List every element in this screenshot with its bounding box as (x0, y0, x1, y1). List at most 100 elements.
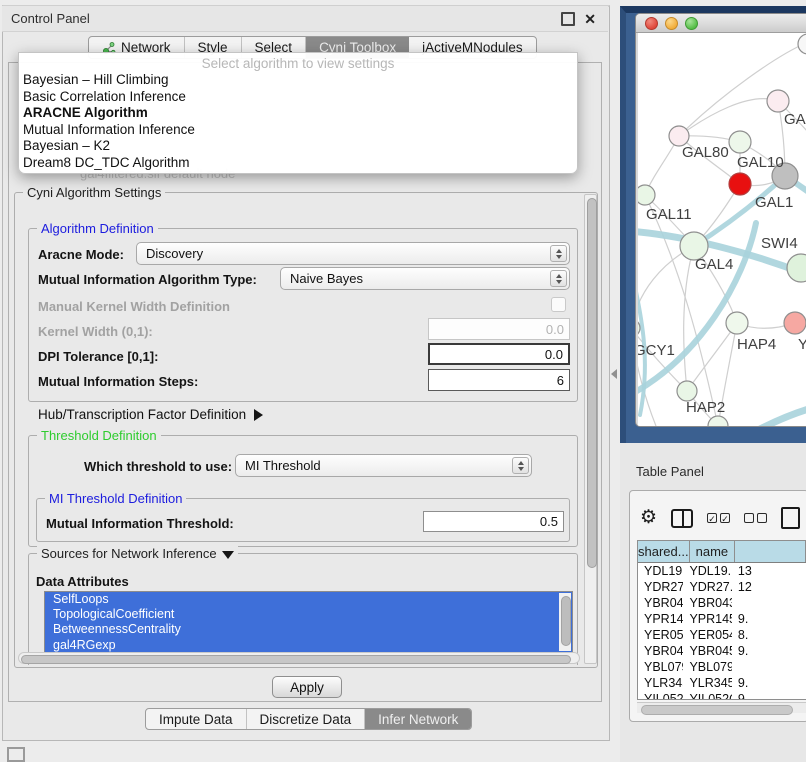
network-canvas[interactable]: GALGAL80GAL10GAL1GAL11SWI4GAL4HAP4YGCY1H… (638, 33, 806, 426)
table-row[interactable]: YLR345WYLR345W9. (638, 675, 806, 691)
column-header[interactable] (735, 541, 806, 562)
close-icon[interactable]: ✕ (584, 14, 596, 24)
algorithm-option[interactable]: Bayesian – Hill Climbing (19, 72, 577, 89)
table-row[interactable]: YBR045CYBR045C9. (638, 643, 806, 659)
minimize-window-icon[interactable] (665, 17, 678, 30)
tab-impute-data[interactable]: Impute Data (146, 709, 247, 729)
network-window-titlebar[interactable] (636, 14, 806, 33)
dpi-tolerance-label: DPI Tolerance [0,1]: (38, 349, 158, 364)
dpi-tolerance-field[interactable]: 0.0 (428, 343, 570, 365)
export-table-icon[interactable] (781, 507, 800, 529)
node-label: HAP4 (737, 336, 776, 353)
network-node[interactable] (708, 416, 728, 426)
table-cell: YIL052C (638, 691, 683, 700)
apply-button[interactable]: Apply (272, 676, 342, 698)
table-cell: 9. (732, 675, 806, 691)
manual-kernel-width-checkbox[interactable] (551, 297, 566, 312)
float-window-icon[interactable] (561, 12, 575, 26)
algorithm-option[interactable]: Basic Correlation Inference (19, 89, 577, 106)
which-threshold-combo[interactable]: MI Threshold (235, 454, 532, 477)
network-node[interactable] (729, 173, 751, 195)
node-label: GAL4 (695, 256, 733, 273)
table-header: shared...name (638, 541, 806, 563)
table-cell: YIL052C (683, 691, 731, 700)
attributes-list-scrollbar[interactable] (559, 593, 571, 651)
network-node[interactable] (784, 312, 806, 334)
table-cell: YDL19... (683, 563, 731, 579)
deselect-all-checkboxes-icon[interactable] (744, 513, 767, 523)
select-all-checkboxes-icon[interactable]: ✓✓ (707, 513, 730, 523)
table-row[interactable]: YBL079WYBL079W (638, 659, 806, 675)
algorithm-option[interactable]: Dream8 DC_TDC Algorithm (19, 155, 577, 172)
network-node[interactable] (669, 126, 689, 146)
settings-vertical-scrollbar[interactable] (584, 194, 597, 664)
node-label: SWI4 (761, 235, 798, 252)
data-attributes-list[interactable]: SelfLoopsTopologicalCoefficientBetweenne… (44, 591, 573, 653)
gear-icon[interactable]: ⚙ (640, 508, 657, 528)
table-cell: YDR27... (683, 579, 731, 595)
node-label: GAL10 (737, 154, 784, 171)
algorithm-option[interactable]: Bayesian – K2 (19, 138, 577, 155)
algorithm-option[interactable]: ARACNE Algorithm (19, 105, 577, 122)
control-panel-title: Control Panel (2, 11, 90, 26)
table-row[interactable]: YPR145WYPR145W9. (638, 611, 806, 627)
close-window-icon[interactable] (645, 17, 658, 30)
zoom-window-icon[interactable] (685, 17, 698, 30)
table-cell: 13 (732, 563, 806, 579)
attribute-item-selected[interactable]: gal4RGexp (45, 638, 572, 653)
table-cell: YBR045C (683, 643, 731, 659)
network-view-window[interactable]: GALGAL80GAL10GAL1GAL11SWI4GAL4HAP4YGCY1H… (635, 13, 806, 427)
table-row[interactable]: YER054CYER054C8. (638, 627, 806, 643)
table-row[interactable]: YIL052CYIL052C9 (638, 691, 806, 700)
table-cell: YDR27... (638, 579, 683, 595)
mi-threshold-field[interactable]: 0.5 (423, 511, 564, 532)
tab-label: Impute Data (159, 712, 233, 727)
network-node[interactable] (798, 34, 806, 54)
table-cell: YBR043C (638, 595, 683, 611)
attribute-item-selected[interactable]: TopologicalCoefficient (45, 607, 572, 622)
tab-discretize-data[interactable]: Discretize Data (247, 709, 366, 729)
table-toolbar: ⚙ ✓✓ (640, 503, 800, 533)
network-node[interactable] (726, 312, 748, 334)
which-threshold-label: Which threshold to use: (84, 459, 232, 474)
network-edge[interactable] (679, 99, 778, 136)
network-edge[interactable] (687, 323, 737, 391)
table-row[interactable]: YDR27...YDR27...12 (638, 579, 806, 595)
table-cell: YLR345W (638, 675, 683, 691)
mi-steps-field[interactable]: 6 (428, 369, 570, 391)
table-cell: 9 (732, 691, 806, 700)
algorithm-option[interactable]: Mutual Information Inference (19, 122, 577, 139)
network-node[interactable] (729, 131, 751, 153)
network-edge[interactable] (684, 246, 694, 391)
network-node[interactable] (677, 381, 697, 401)
aracne-mode-combo[interactable]: Discovery (136, 242, 570, 265)
table-row[interactable]: YDL19...YDL19...13 (638, 563, 806, 579)
attribute-item-selected[interactable]: SelfLoops (45, 592, 572, 607)
network-edge[interactable] (760, 408, 806, 426)
node-label: HAP2 (686, 399, 725, 416)
network-graph: GALGAL80GAL10GAL1GAL11SWI4GAL4HAP4YGCY1H… (638, 33, 806, 426)
network-node[interactable] (767, 90, 789, 112)
kernel-width-field[interactable]: 0.0 (428, 318, 570, 340)
table-cell: 9. (732, 611, 806, 627)
table-horizontal-scrollbar[interactable] (637, 702, 806, 713)
table-cell: YBL079W (638, 659, 683, 675)
collapse-down-icon (222, 551, 234, 559)
settings-horizontal-scrollbar[interactable] (18, 652, 580, 664)
split-pane-collapse-icon[interactable] (611, 369, 617, 379)
sources-group-title[interactable]: Sources for Network Inference (37, 546, 238, 561)
network-node[interactable] (787, 254, 806, 282)
tab-infer-network[interactable]: Infer Network (365, 709, 471, 729)
hub-definition-expander[interactable]: Hub/Transcription Factor Definition (38, 406, 263, 423)
collapsed-panel-icon[interactable] (7, 747, 25, 762)
attribute-item-selected[interactable]: BetweennessCentrality (45, 622, 572, 637)
tab-label: Discretize Data (260, 712, 352, 727)
network-node[interactable] (638, 185, 655, 205)
table-cell: YBR045C (638, 643, 683, 659)
algorithm-definition-title: Algorithm Definition (37, 221, 158, 236)
column-header[interactable]: name (690, 541, 736, 562)
mi-algorithm-type-combo[interactable]: Naive Bayes (280, 267, 570, 290)
split-columns-icon[interactable] (671, 509, 693, 528)
table-row[interactable]: YBR043CYBR043C (638, 595, 806, 611)
column-header[interactable]: shared... (638, 541, 690, 562)
